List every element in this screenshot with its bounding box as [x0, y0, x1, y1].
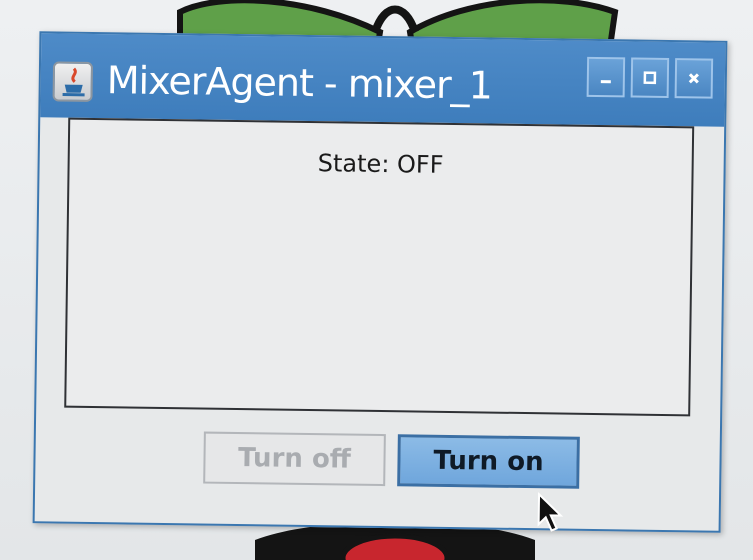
desktop-background: MixerAgent - mixer_1 State: OFF Turn off	[0, 0, 753, 560]
turn-off-button[interactable]: Turn off	[203, 431, 386, 487]
state-label: State: OFF	[317, 149, 444, 179]
java-app-icon	[52, 61, 94, 102]
close-icon	[688, 73, 699, 84]
mouse-cursor-icon	[537, 492, 564, 532]
state-panel: State: OFF	[64, 117, 695, 417]
minimize-button[interactable]	[586, 56, 626, 98]
maximize-icon	[643, 71, 657, 85]
mixer-agent-window: MixerAgent - mixer_1 State: OFF Turn off	[32, 31, 728, 533]
title-bar[interactable]: MixerAgent - mixer_1	[40, 33, 726, 127]
minimize-icon	[600, 80, 611, 84]
window-title: MixerAgent - mixer_1	[106, 58, 493, 108]
maximize-button[interactable]	[630, 57, 670, 99]
close-button[interactable]	[674, 58, 714, 99]
turn-on-button[interactable]: Turn on	[397, 434, 580, 489]
